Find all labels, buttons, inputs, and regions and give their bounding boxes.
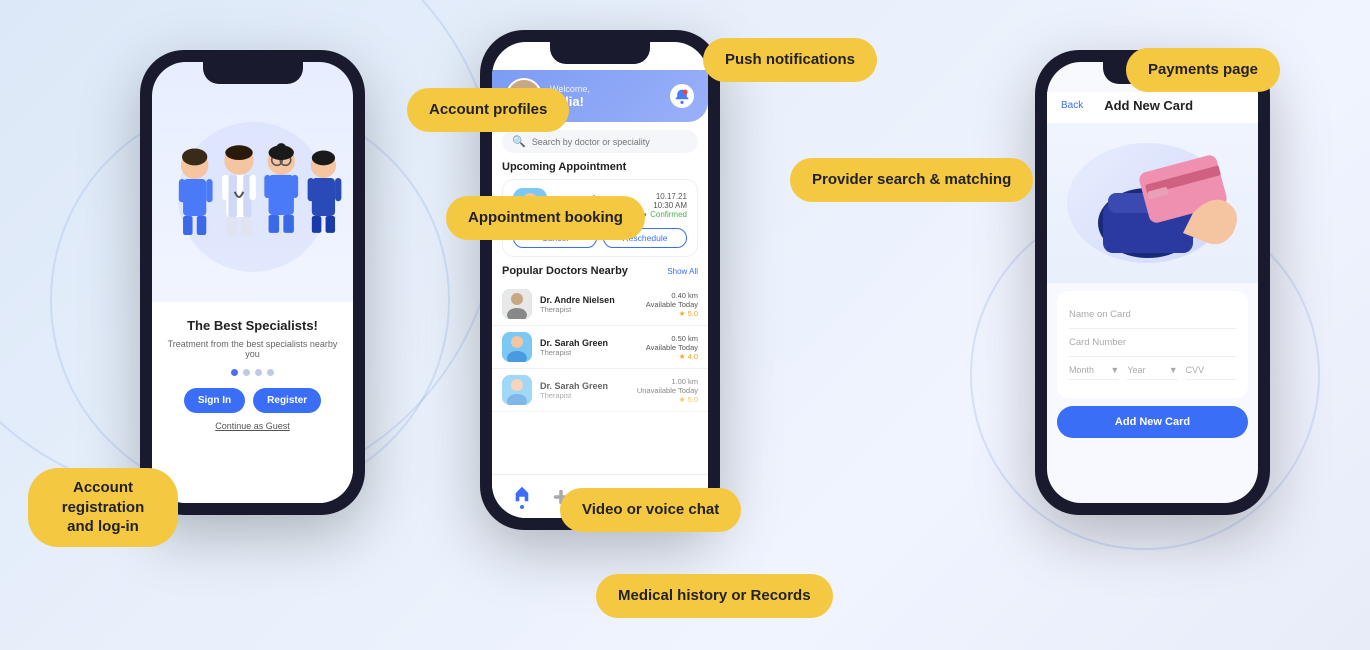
nearby-doc2-meta: 0.50 km Available Today ★ 4.0: [646, 334, 698, 361]
add-card-button[interactable]: Add New Card: [1057, 406, 1248, 438]
nearby-doctor-1[interactable]: Dr. Andre Nielsen Therapist 0.40 km Avai…: [492, 283, 708, 326]
dot-3: [255, 369, 262, 376]
phone1-subtitle: Treatment from the best specialists near…: [166, 339, 339, 359]
page-title: Add New Card: [1104, 98, 1193, 113]
nearby-doc3-name: Dr. Sarah Green: [540, 381, 629, 391]
pagination-dots: [231, 369, 274, 376]
appointment-status: ● Confirmed: [642, 210, 687, 219]
appointment-date: 10.17.21: [642, 192, 687, 201]
bubble-payments-page: Payments page: [1126, 48, 1280, 92]
search-bar[interactable]: 🔍: [502, 130, 698, 153]
phone3-screen: Back Add New Card: [1047, 62, 1258, 503]
bubble-video-chat: Video or voice chat: [560, 488, 741, 532]
nearby-title: Popular Doctors Nearby: [502, 265, 628, 277]
nearby-doc1-role: Therapist: [540, 305, 638, 314]
register-button[interactable]: Register: [253, 388, 321, 413]
nearby-doc2-rating: ★ 4.0: [646, 352, 698, 361]
dot-4: [267, 369, 274, 376]
nearby-doc1-avail: Available Today: [646, 300, 698, 309]
nearby-doc2-avatar: [502, 332, 532, 362]
notification-bell[interactable]: [670, 84, 694, 108]
bubble-appointment-booking: Appointment booking: [446, 196, 645, 240]
year-select[interactable]: Year ▼: [1127, 365, 1177, 380]
phone1-title: The Best Specialists!: [187, 318, 318, 333]
month-select[interactable]: Month ▼: [1069, 365, 1119, 380]
nearby-doc3-info: Dr. Sarah Green Therapist: [540, 381, 629, 400]
nearby-doc3-meta: 1.00 km Unavailable Today ★ 5.0: [637, 377, 698, 404]
phone1-screen: The Best Specialists! Treatment from the…: [152, 62, 353, 503]
nearby-doc2-role: Therapist: [540, 348, 638, 357]
signin-button[interactable]: Sign In: [184, 388, 245, 413]
nearby-doc1-info: Dr. Andre Nielsen Therapist: [540, 295, 638, 314]
phone3-frame: Back Add New Card: [1035, 50, 1270, 515]
nearby-doc1-name: Dr. Andre Nielsen: [540, 295, 638, 305]
nearby-doc1-avatar: [502, 289, 532, 319]
nearby-doc1-distance: 0.40 km: [646, 291, 698, 300]
nearby-doc1-meta: 0.40 km Available Today ★ 5.0: [646, 291, 698, 318]
nearby-doctor-3[interactable]: Dr. Sarah Green Therapist 1.00 km Unavai…: [492, 369, 708, 412]
nearby-doc3-distance: 1.00 km: [637, 377, 698, 386]
bubble-account-profiles: Account profiles: [407, 88, 569, 132]
search-icon: 🔍: [512, 135, 526, 148]
bubble-push-notifications: Push notifications: [703, 38, 877, 82]
bubble-account-registration: Account registration and log-in: [28, 468, 178, 547]
nav-home[interactable]: [513, 485, 531, 509]
card-form: Name on Card Card Number Month ▼ Year ▼ …: [1057, 291, 1248, 398]
nearby-doc3-role: Therapist: [540, 391, 629, 400]
name-on-card-field[interactable]: Name on Card: [1069, 301, 1236, 329]
search-input[interactable]: [532, 137, 688, 147]
dot-1: [231, 369, 238, 376]
nearby-doc1-rating: ★ 5.0: [646, 309, 698, 318]
auth-buttons: Sign In Register: [184, 388, 321, 413]
nearby-doc2-distance: 0.50 km: [646, 334, 698, 343]
nearby-header: Popular Doctors Nearby Show All: [492, 265, 708, 283]
nearby-doc2-name: Dr. Sarah Green: [540, 338, 638, 348]
bubble-medical-history: Medical history or Records: [596, 574, 833, 618]
phone1-illustration: [168, 102, 338, 302]
upcoming-section-title: Upcoming Appointment: [492, 161, 708, 179]
card-number-field[interactable]: Card Number: [1069, 329, 1236, 357]
phone2-notch: [550, 42, 650, 64]
phone3-header: Back Add New Card: [1047, 92, 1258, 123]
nearby-doc2-info: Dr. Sarah Green Therapist: [540, 338, 638, 357]
phone1-text-section: The Best Specialists! Treatment from the…: [152, 302, 353, 503]
show-all-link[interactable]: Show All: [667, 267, 698, 276]
back-button[interactable]: Back: [1061, 100, 1083, 111]
cvv-field[interactable]: CVV: [1186, 365, 1236, 380]
nearby-doc3-avatar: [502, 375, 532, 405]
dot-2: [243, 369, 250, 376]
payment-illustration: [1047, 123, 1258, 283]
nearby-doc3-rating: ★ 5.0: [637, 395, 698, 404]
appointment-time-block: 10.17.21 10:30 AM ● Confirmed: [642, 192, 687, 219]
appointment-time: 10:30 AM: [642, 201, 687, 210]
guest-link[interactable]: Continue as Guest: [215, 421, 290, 431]
phone1-frame: The Best Specialists! Treatment from the…: [140, 50, 365, 515]
nearby-doc3-avail: Unavailable Today: [637, 386, 698, 395]
phone1-notch: [203, 62, 303, 84]
bubble-provider-search: Provider search & matching: [790, 158, 1033, 202]
nearby-doctor-2[interactable]: Dr. Sarah Green Therapist 0.50 km Availa…: [492, 326, 708, 369]
welcome-text: Welcome,: [550, 84, 670, 94]
nearby-doc2-avail: Available Today: [646, 343, 698, 352]
card-details-row: Month ▼ Year ▼ CVV: [1069, 357, 1236, 388]
